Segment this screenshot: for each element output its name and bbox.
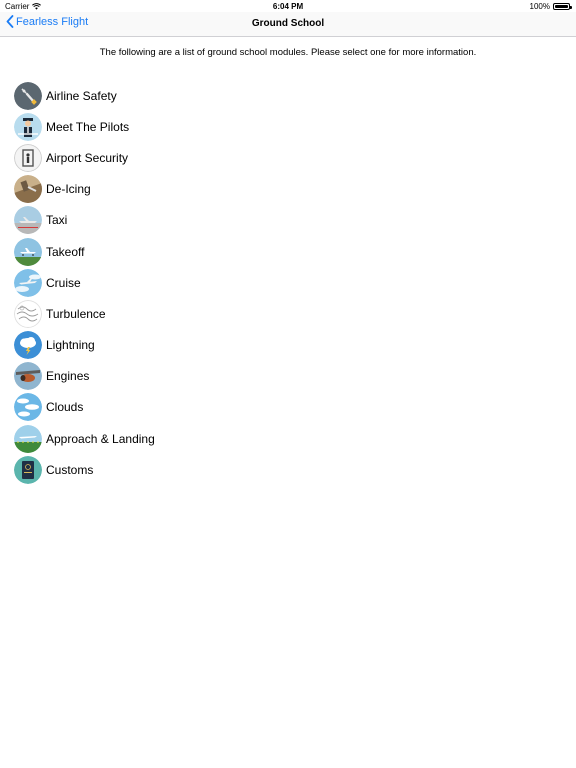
- module-item-meet-the-pilots[interactable]: Meet The Pilots: [14, 111, 155, 142]
- security-gate-icon: [14, 143, 42, 172]
- page-title: Ground School: [251, 18, 325, 29]
- module-item-engines[interactable]: Engines: [14, 361, 155, 392]
- module-label: Lightning: [46, 338, 95, 353]
- module-label: Customs: [46, 462, 94, 477]
- navigation-bar: Fearless Flight Ground School: [0, 12, 576, 37]
- battery-fill: [555, 5, 568, 8]
- module-label: Approach & Landing: [46, 431, 155, 446]
- module-label: Airport Security: [46, 150, 129, 165]
- module-item-airline-safety[interactable]: Airline Safety: [14, 80, 155, 111]
- turbulence-icon: [14, 299, 42, 328]
- module-label: Clouds: [46, 400, 84, 415]
- airline-safety-icon: [14, 81, 42, 110]
- battery-percent: 100%: [529, 2, 550, 11]
- de-icing-icon: [14, 175, 42, 204]
- status-bar: Carrier 6:04 PM 100%: [0, 0, 576, 12]
- battery-icon: [553, 3, 572, 10]
- module-label: Takeoff: [46, 244, 85, 259]
- module-item-takeoff[interactable]: Takeoff: [14, 236, 155, 267]
- module-label: Meet The Pilots: [46, 119, 130, 134]
- module-label: Turbulence: [46, 306, 106, 321]
- module-label: Cruise: [46, 275, 81, 290]
- takeoff-icon: [14, 237, 42, 266]
- module-item-cruise[interactable]: Cruise: [14, 267, 155, 298]
- engine-icon: [14, 362, 42, 391]
- module-item-approach-landing[interactable]: Approach & Landing: [14, 423, 155, 454]
- module-label: De-Icing: [46, 182, 91, 197]
- clouds-icon: [14, 393, 42, 422]
- lightning-icon: [14, 331, 42, 360]
- module-item-clouds[interactable]: Clouds: [14, 392, 155, 423]
- module-label: Engines: [46, 369, 90, 384]
- passport-icon: [14, 455, 42, 484]
- module-label: Taxi: [46, 213, 68, 228]
- module-list: Airline Safety Meet The Pilots Airport S…: [14, 80, 155, 485]
- cruise-icon: [14, 268, 42, 297]
- module-item-de-icing[interactable]: De-Icing: [14, 174, 155, 205]
- module-item-customs[interactable]: Customs: [14, 454, 155, 485]
- status-right: 100%: [529, 2, 572, 11]
- module-item-taxi[interactable]: Taxi: [14, 205, 155, 236]
- status-time: 6:04 PM: [272, 2, 304, 11]
- intro-text: The following are a list of ground schoo…: [99, 47, 477, 58]
- module-item-lightning[interactable]: Lightning: [14, 330, 155, 361]
- module-item-turbulence[interactable]: Turbulence: [14, 298, 155, 329]
- landing-icon: [14, 424, 42, 453]
- pilot-icon: [14, 112, 42, 141]
- taxi-icon: [14, 206, 42, 235]
- module-item-airport-security[interactable]: Airport Security: [14, 142, 155, 173]
- module-label: Airline Safety: [46, 88, 117, 103]
